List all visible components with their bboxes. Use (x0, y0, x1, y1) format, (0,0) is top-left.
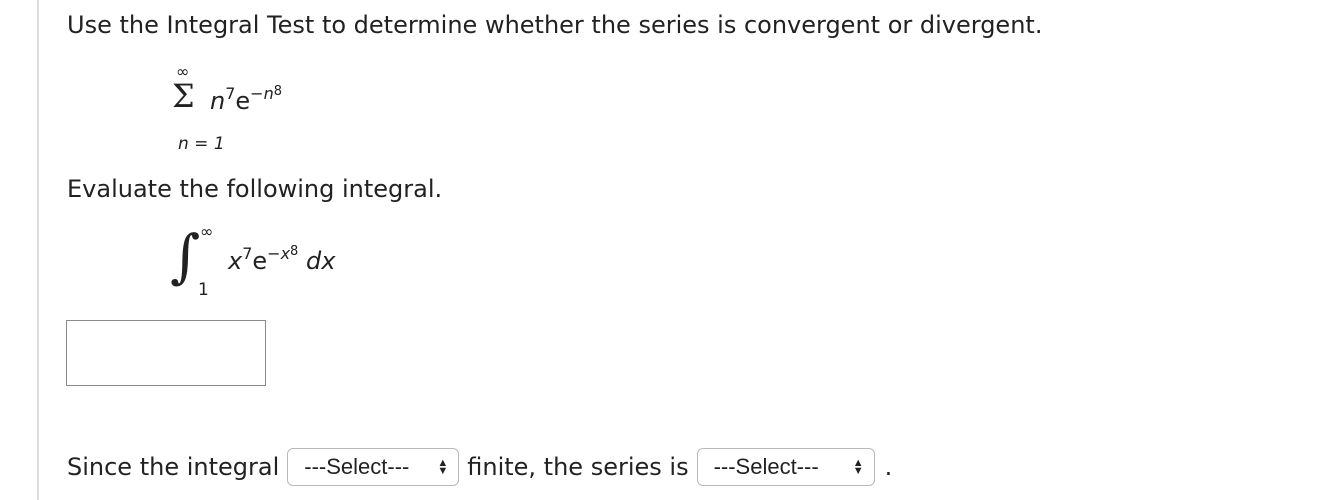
integrand-base-exponent: 7 (242, 244, 253, 263)
integrand-exp-base: e (252, 247, 268, 275)
conclusion-period: . (884, 453, 893, 481)
integrand-exp-sign: − (267, 244, 281, 263)
series-exp-var: n (263, 84, 274, 103)
integrand-exp-var: x (280, 244, 291, 263)
integrand: x7e−x8 dx (228, 244, 336, 281)
question-text: Use the Integral Test to determine wheth… (67, 11, 1043, 39)
integrand-exp-exponent: 8 (290, 244, 299, 259)
series-term: n7e−n8 (210, 84, 282, 121)
integral-lower-limit: 1 (198, 280, 209, 300)
select2-value: ---Select--- (713, 454, 819, 479)
integrand-base: x (228, 247, 243, 275)
evaluate-prompt: Evaluate the following integral. (67, 175, 443, 203)
conclusion-sentence: Since the integral ---Select--- ▲ ▼ finit… (67, 446, 892, 488)
select1-value: ---Select--- (304, 454, 410, 479)
up-down-arrows-icon: ▲ ▼ (437, 457, 449, 477)
differential: dx (305, 247, 336, 275)
up-down-arrows-icon: ▲ ▼ (852, 457, 864, 477)
series-exp-base: e (235, 87, 251, 115)
integral-finite-select[interactable]: ---Select--- ▲ ▼ (287, 448, 460, 486)
integral-answer-input[interactable] (66, 320, 266, 386)
series-verdict-select[interactable]: ---Select--- ▲ ▼ (696, 448, 875, 486)
series-base-exponent: 7 (225, 84, 236, 103)
integral-expression: ∫ ∞ 1 x7e−x8 dx (170, 222, 390, 304)
series-exp-sign: − (250, 84, 264, 103)
integral-upper-limit: ∞ (200, 222, 214, 241)
conclusion-middle: finite, the series is (467, 453, 689, 481)
integral-sign: ∫ (170, 222, 201, 290)
series-lower-limit: n = 1 (178, 134, 225, 154)
conclusion-prefix: Since the integral (67, 453, 280, 481)
series-expression: ∞ Σ n7e−n8 n = 1 (170, 64, 370, 160)
sigma-symbol: Σ (172, 77, 195, 115)
series-exp-exponent: 8 (273, 84, 282, 99)
left-border (37, 0, 39, 500)
series-base: n (210, 87, 226, 115)
